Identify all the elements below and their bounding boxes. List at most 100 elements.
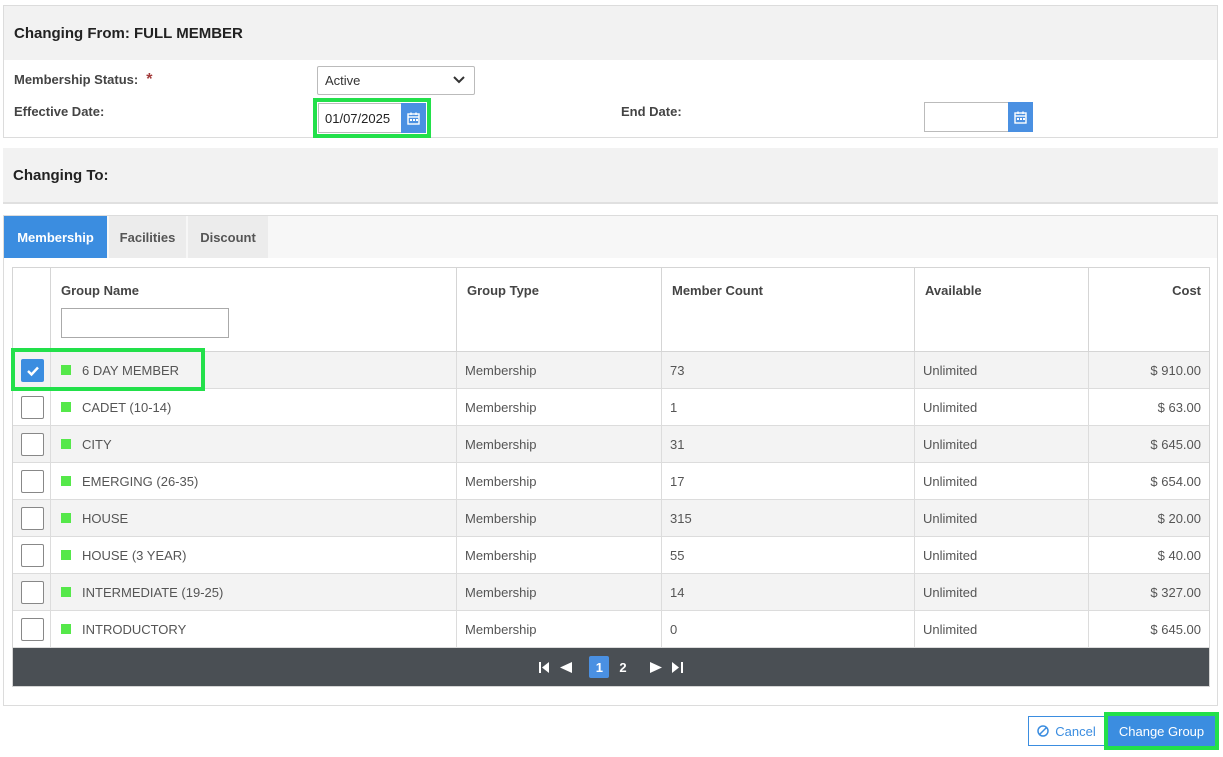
- table-row[interactable]: HOUSE Membership 315 Unlimited $ 20.00: [13, 500, 1209, 537]
- chevron-down-icon: [453, 76, 465, 84]
- tab-bar: Membership Facilities Discount: [4, 216, 1217, 258]
- page-2-button[interactable]: 2: [619, 660, 626, 675]
- group-name-header-cell: Group Name: [50, 268, 456, 351]
- member-count-cell: 31: [661, 426, 914, 462]
- cost-header[interactable]: Cost: [1172, 283, 1201, 298]
- row-checkbox[interactable]: [21, 544, 44, 567]
- cost-cell: $ 20.00: [1088, 500, 1209, 536]
- table-row[interactable]: HOUSE (3 YEAR) Membership 55 Unlimited $ 40.…: [13, 537, 1209, 574]
- row-checkbox[interactable]: [21, 618, 44, 641]
- end-date-input[interactable]: [924, 102, 1009, 132]
- group-name-filter-input[interactable]: [61, 308, 229, 338]
- tab-facilities[interactable]: Facilities: [109, 216, 186, 258]
- table-row[interactable]: INTRODUCTORY Membership 0 Unlimited $ 645.00: [13, 611, 1209, 648]
- group-name-cell-text: EMERGING (26-35): [82, 473, 199, 489]
- tab-membership[interactable]: Membership: [4, 216, 107, 258]
- grid-pager: 1 2: [13, 648, 1209, 686]
- end-date-calendar-button[interactable]: [1008, 102, 1033, 132]
- end-date-label: End Date:: [621, 104, 682, 119]
- cost-cell: $ 645.00: [1088, 611, 1209, 647]
- cost-cell-text: $ 327.00: [1150, 584, 1201, 600]
- available-header[interactable]: Available: [925, 283, 982, 298]
- group-name-header[interactable]: Group Name: [61, 283, 139, 298]
- group-type-cell-text: Membership: [465, 473, 537, 489]
- available-cell-text: Unlimited: [923, 436, 978, 452]
- groups-grid: Group Name Group Type Member Count Avail…: [12, 267, 1210, 687]
- required-mark: *: [146, 71, 153, 88]
- group-name-cell-text: HOUSE: [82, 510, 129, 526]
- available-cell: Unlimited: [914, 500, 1088, 536]
- row-checkbox[interactable]: [21, 581, 44, 604]
- last-page-icon[interactable]: [671, 661, 683, 673]
- group-type-cell: Membership: [456, 537, 661, 573]
- member-count-header[interactable]: Member Count: [672, 283, 763, 298]
- available-cell-text: Unlimited: [923, 547, 978, 563]
- member-count-cell-text: 14: [670, 584, 685, 600]
- member-count-cell-text: 55: [670, 547, 685, 563]
- group-name-cell: INTERMEDIATE (19-25): [50, 574, 456, 610]
- group-type-cell: Membership: [456, 352, 661, 388]
- cost-cell-text: $ 40.00: [1157, 547, 1201, 563]
- table-row[interactable]: INTERMEDIATE (19-25) Membership 14 Unlimite…: [13, 574, 1209, 611]
- prev-page-icon[interactable]: [560, 661, 573, 673]
- row-checkbox[interactable]: [21, 507, 44, 530]
- changing-to-panel: Membership Facilities Discount Group Nam…: [3, 215, 1218, 706]
- member-count-cell-text: 73: [670, 362, 685, 378]
- group-type-cell: Membership: [456, 500, 661, 536]
- group-type-cell-text: Membership: [465, 399, 537, 415]
- table-row[interactable]: 6 DAY MEMBER Membership 73 Unlimited $ 910.0…: [13, 352, 1209, 389]
- available-cell: Unlimited: [914, 574, 1088, 610]
- available-cell: Unlimited: [914, 352, 1088, 388]
- cancel-button[interactable]: Cancel: [1028, 716, 1105, 746]
- row-checkbox[interactable]: [21, 396, 44, 419]
- table-row[interactable]: CITY Membership 31 Unlimited $ 645.00: [13, 426, 1209, 463]
- first-page-icon[interactable]: [539, 661, 550, 673]
- grid-rows: 6 DAY MEMBER Membership 73 Unlimited $ 910.0…: [13, 352, 1209, 648]
- next-page-icon[interactable]: [649, 661, 662, 673]
- row-checkbox[interactable]: [21, 433, 44, 456]
- cost-cell-text: $ 20.00: [1157, 510, 1201, 526]
- cost-cell: $ 910.00: [1088, 352, 1209, 388]
- cost-cell: $ 327.00: [1088, 574, 1209, 610]
- membership-status-select[interactable]: Active: [317, 66, 475, 95]
- tab-discount[interactable]: Discount: [188, 216, 268, 258]
- cost-cell: $ 63.00: [1088, 389, 1209, 425]
- cost-cell: $ 645.00: [1088, 426, 1209, 462]
- group-type-cell-text: Membership: [465, 584, 537, 600]
- group-name-cell-text: INTRODUCTORY: [82, 621, 187, 637]
- group-name-cell: EMERGING (26-35): [50, 463, 456, 499]
- cost-cell: $ 40.00: [1088, 537, 1209, 573]
- row-checkbox[interactable]: [21, 359, 44, 382]
- cost-cell-text: $ 63.00: [1157, 399, 1201, 415]
- change-group-button[interactable]: Change Group: [1108, 716, 1215, 746]
- page-1-button[interactable]: 1: [589, 656, 610, 678]
- calendar-icon: [1014, 111, 1027, 124]
- cancel-icon: [1037, 725, 1050, 737]
- member-count-header-cell: Member Count: [661, 268, 914, 351]
- available-cell: Unlimited: [914, 463, 1088, 499]
- group-name-cell: HOUSE: [50, 500, 456, 536]
- available-cell-text: Unlimited: [923, 473, 978, 489]
- available-header-cell: Available: [914, 268, 1088, 351]
- row-checkbox[interactable]: [21, 470, 44, 493]
- table-row[interactable]: EMERGING (26-35) Membership 17 Unlimited $ 6…: [13, 463, 1209, 500]
- group-type-cell-text: Membership: [465, 547, 537, 563]
- effective-date-calendar-button[interactable]: [401, 103, 426, 133]
- group-name-cell: HOUSE (3 YEAR): [50, 537, 456, 573]
- available-cell-text: Unlimited: [923, 362, 978, 378]
- member-count-cell-text: 1: [670, 399, 678, 415]
- changing-from-panel: Changing From: FULL MEMBER Membership St…: [3, 5, 1218, 138]
- group-name-cell-text: CADET (10-14): [82, 399, 172, 415]
- group-type-header[interactable]: Group Type: [467, 283, 539, 298]
- member-count-cell: 73: [661, 352, 914, 388]
- cost-header-cell: Cost: [1088, 268, 1209, 351]
- member-count-cell: 55: [661, 537, 914, 573]
- member-count-cell: 315: [661, 500, 914, 536]
- effective-date-input[interactable]: 01/07/2025: [318, 103, 402, 133]
- membership-status-label-text: Membership Status:: [14, 72, 139, 87]
- available-cell-text: Unlimited: [923, 621, 978, 637]
- table-row[interactable]: CADET (10-14) Membership 1 Unlimited $ 63.00: [13, 389, 1209, 426]
- effective-date-label: Effective Date:: [14, 104, 105, 119]
- group-name-cell: CITY: [50, 426, 456, 462]
- member-count-cell-text: 315: [670, 510, 692, 526]
